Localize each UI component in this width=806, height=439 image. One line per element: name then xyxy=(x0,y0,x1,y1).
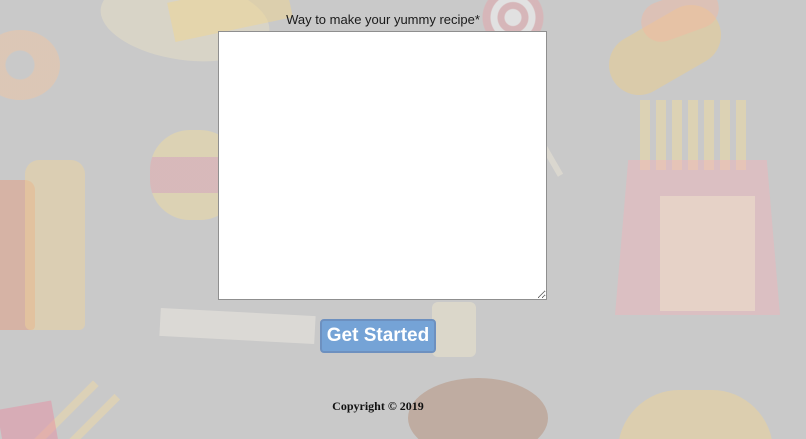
get-started-button[interactable]: Get Started xyxy=(320,319,436,353)
recipe-textarea[interactable] xyxy=(218,31,547,300)
mustard-bottle-doodle xyxy=(25,160,85,330)
sugar-packet-doodle xyxy=(159,307,316,345)
fries-doodle xyxy=(640,100,750,170)
burger-doodle xyxy=(618,390,773,439)
donut-doodle xyxy=(0,30,60,100)
copyright-text: Copyright © 2019 xyxy=(332,399,424,413)
recipe-label: Way to make your yummy recipe* xyxy=(286,12,480,27)
fries-box-label-doodle xyxy=(660,196,755,311)
cup-doodle xyxy=(432,302,476,357)
